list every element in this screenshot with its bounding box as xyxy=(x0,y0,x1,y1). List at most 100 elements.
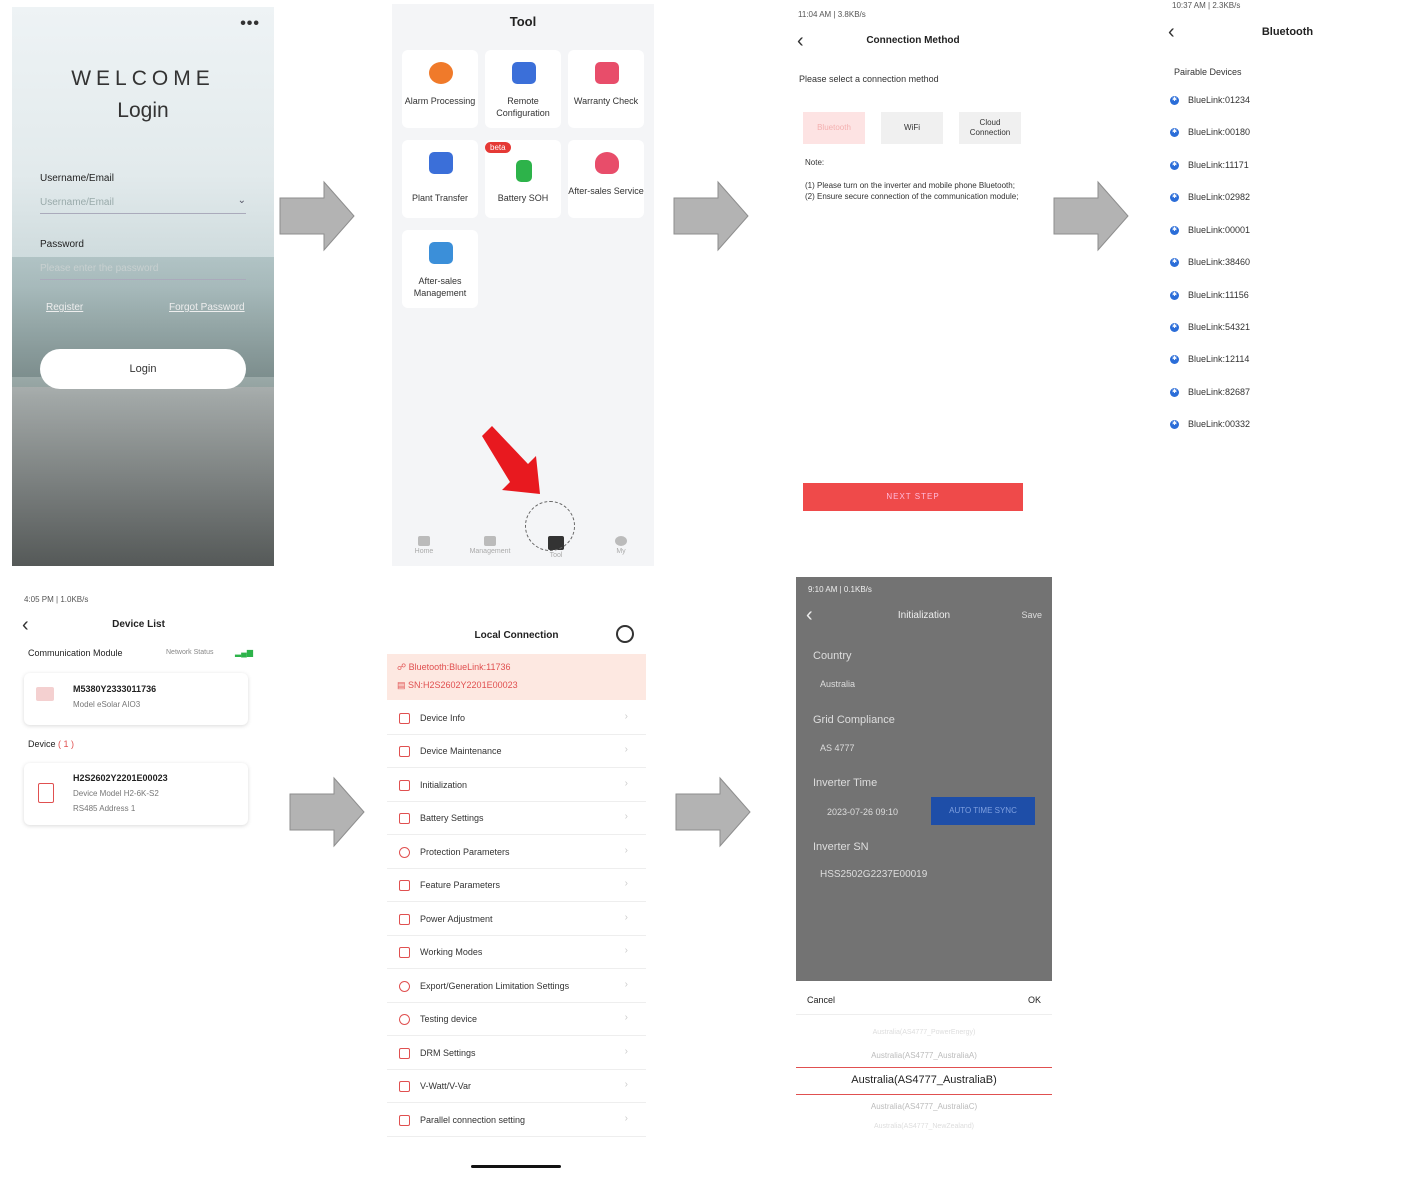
grid-compliance-value[interactable]: AS 4777 xyxy=(820,743,855,753)
picker-option[interactable]: Australia(AS4777_PowerEnergy) xyxy=(796,1029,1052,1036)
tool-card-after-sales-service[interactable]: After-sales Service xyxy=(568,140,644,218)
bluetooth-device-item[interactable]: ✱ BlueLink:12114 xyxy=(1170,354,1249,364)
tool-card-battery-soh[interactable]: beta Battery SOH xyxy=(485,140,561,218)
menu-item-v-watt-v-var[interactable]: V-Watt/V-Var › xyxy=(387,1070,646,1103)
plant-transfer-icon xyxy=(429,152,453,174)
register-link[interactable]: Register xyxy=(46,302,83,313)
tab-management[interactable]: Management xyxy=(460,536,520,555)
menu-item-label: Battery Settings xyxy=(420,813,484,823)
more-menu-icon[interactable]: ••• xyxy=(240,15,260,33)
highlight-circle xyxy=(525,501,575,551)
forgot-password-link[interactable]: Forgot Password xyxy=(169,302,245,313)
initialization-screen: 9:10 AM | 0.1KB/s ‹ Initialization Save … xyxy=(796,577,1052,1147)
red-arrow-pointer-icon xyxy=(482,426,540,494)
menu-item-working-modes[interactable]: Working Modes › xyxy=(387,936,646,969)
cloud-connection-option-button[interactable]: Cloud Connection xyxy=(959,112,1021,144)
tab-home[interactable]: Home xyxy=(394,536,454,555)
bluetooth-device-item[interactable]: ✱ BlueLink:54321 xyxy=(1170,322,1250,332)
next-step-button[interactable]: NEXT STEP xyxy=(803,483,1023,511)
device-name: BlueLink:11156 xyxy=(1188,290,1249,300)
menu-item-initialization[interactable]: Initialization › xyxy=(387,769,646,802)
warranty-icon xyxy=(595,62,619,84)
menu-item-label: Device Maintenance xyxy=(420,746,502,756)
picker-option[interactable]: Australia(AS4777_AustraliaC) xyxy=(796,1102,1052,1111)
menu-item-protection-parameters[interactable]: Protection Parameters › xyxy=(387,836,646,869)
picker-option-selected[interactable]: Australia(AS4777_AustraliaB) xyxy=(796,1074,1052,1086)
connection-method-screen: 11:04 AM | 3.8KB/s ‹ Connection Method P… xyxy=(795,4,1031,524)
tool-card-label: Warranty Check xyxy=(573,96,639,106)
tool-card-label: After-sales Management xyxy=(413,276,467,298)
power-icon[interactable] xyxy=(616,625,634,643)
tool-card-after-sales-management[interactable]: After-sales Management xyxy=(402,230,478,308)
grid-compliance-picker: Cancel OK Australia(AS4777_PowerEnergy) … xyxy=(796,981,1052,1147)
device-card[interactable]: H2S2602Y2201E00023 Device Model H2-6K-S2… xyxy=(24,763,248,825)
menu-item-export-limitation[interactable]: Export/Generation Limitation Settings › xyxy=(387,970,646,1003)
bluetooth-device-item[interactable]: ✱ BlueLink:00332 xyxy=(1170,419,1250,429)
bluetooth-icon: ✱ xyxy=(1170,387,1179,397)
bluetooth-device-item[interactable]: ✱ BlueLink:00180 xyxy=(1170,127,1250,137)
username-input[interactable]: Username/Email ⌄ xyxy=(40,195,246,214)
bluetooth-device-item[interactable]: ✱ BlueLink:11171 xyxy=(1170,160,1249,170)
tool-card-plant-transfer[interactable]: Plant Transfer xyxy=(402,140,478,218)
inverter-time-value[interactable]: 2023-07-26 09:10 xyxy=(827,807,898,817)
bluetooth-device-item[interactable]: ✱ BlueLink:02982 xyxy=(1170,192,1250,202)
alarm-icon xyxy=(429,62,453,84)
ok-button[interactable]: OK xyxy=(1028,995,1041,1005)
signal-icon: ▂▄▆ xyxy=(235,648,253,657)
chevron-down-icon[interactable]: ⌄ xyxy=(238,195,246,206)
pairable-devices-heading: Pairable Devices xyxy=(1174,67,1242,77)
status-bar: 9:10 AM | 0.1KB/s xyxy=(808,585,872,594)
menu-item-parallel-connection[interactable]: Parallel connection setting › xyxy=(387,1104,646,1137)
menu-item-testing-device[interactable]: Testing device › xyxy=(387,1003,646,1036)
password-input[interactable]: Please enter the password xyxy=(40,263,246,280)
bluetooth-device-item[interactable]: ✱ BlueLink:38460 xyxy=(1170,257,1250,267)
battery-settings-icon xyxy=(399,813,410,824)
menu-item-device-maintenance[interactable]: Device Maintenance › xyxy=(387,735,646,768)
note-line-1: (1) Please turn on the inverter and mobi… xyxy=(805,181,1015,190)
wifi-option-button[interactable]: WiFi xyxy=(881,112,943,144)
tool-card-alarm[interactable]: Alarm Processing xyxy=(402,50,478,128)
menu-item-device-info[interactable]: Device Info › xyxy=(387,702,646,735)
picker-option[interactable]: Australia(AS4777_NewZealand) xyxy=(796,1123,1052,1130)
link-icon: ☍ xyxy=(397,662,409,672)
menu-item-label: V-Watt/V-Var xyxy=(420,1081,472,1091)
drm-settings-icon xyxy=(399,1048,410,1059)
auto-time-sync-button[interactable]: AUTO TIME SYNC xyxy=(931,797,1035,825)
country-value[interactable]: Australia xyxy=(820,679,855,689)
login-screen: ••• WELCOME Login Username/Email Usernam… xyxy=(12,7,274,566)
bluetooth-icon: ✱ xyxy=(1170,127,1179,137)
device-section-title: Device ( 1 ) xyxy=(28,739,74,749)
tab-label: My xyxy=(616,548,626,555)
tool-card-warranty[interactable]: Warranty Check xyxy=(568,50,644,128)
device-name: BlueLink:11171 xyxy=(1188,160,1249,170)
menu-item-label: Protection Parameters xyxy=(420,847,510,857)
module-card[interactable]: M5380Y2333011736 Model eSolar AIO3 xyxy=(24,673,248,725)
module-section-title: Communication Module xyxy=(28,648,123,658)
tool-card-label: After-sales Service xyxy=(568,186,644,196)
login-button[interactable]: Login xyxy=(40,349,246,389)
save-button[interactable]: Save xyxy=(1021,610,1042,620)
bluetooth-option-button[interactable]: Bluetooth xyxy=(803,112,865,144)
chevron-right-icon: › xyxy=(624,811,628,822)
barcode-icon: ▤ xyxy=(397,680,409,690)
export-limitation-icon xyxy=(399,981,410,992)
tab-my[interactable]: My xyxy=(591,536,651,555)
picker-option[interactable]: Australia(AS4777_AustraliaA) xyxy=(796,1051,1052,1060)
flow-arrow-2 xyxy=(673,180,749,252)
menu-item-power-adjustment[interactable]: Power Adjustment › xyxy=(387,903,646,936)
note-block: Note: (1) Please turn on the inverter an… xyxy=(805,157,1020,202)
cancel-button[interactable]: Cancel xyxy=(807,995,835,1005)
bluetooth-device-item[interactable]: ✱ BlueLink:01234 xyxy=(1170,95,1250,105)
menu-item-label: DRM Settings xyxy=(420,1048,476,1058)
menu-item-drm-settings[interactable]: DRM Settings › xyxy=(387,1037,646,1070)
bluetooth-device-item[interactable]: ✱ BlueLink:11156 xyxy=(1170,290,1249,300)
tool-card-remote-config[interactable]: Remote Configuration xyxy=(485,50,561,128)
menu-item-feature-parameters[interactable]: Feature Parameters › xyxy=(387,869,646,902)
device-name: BlueLink:00332 xyxy=(1188,419,1251,429)
bluetooth-device-item[interactable]: ✱ BlueLink:82687 xyxy=(1170,387,1250,397)
v-watt-icon xyxy=(399,1081,410,1092)
bluetooth-device-item[interactable]: ✱ BlueLink:00001 xyxy=(1170,225,1250,235)
page-title: Connection Method xyxy=(866,35,960,46)
local-connection-screen: Local Connection ☍ Bluetooth:BlueLink:11… xyxy=(387,618,646,1179)
menu-item-battery-settings[interactable]: Battery Settings › xyxy=(387,802,646,835)
